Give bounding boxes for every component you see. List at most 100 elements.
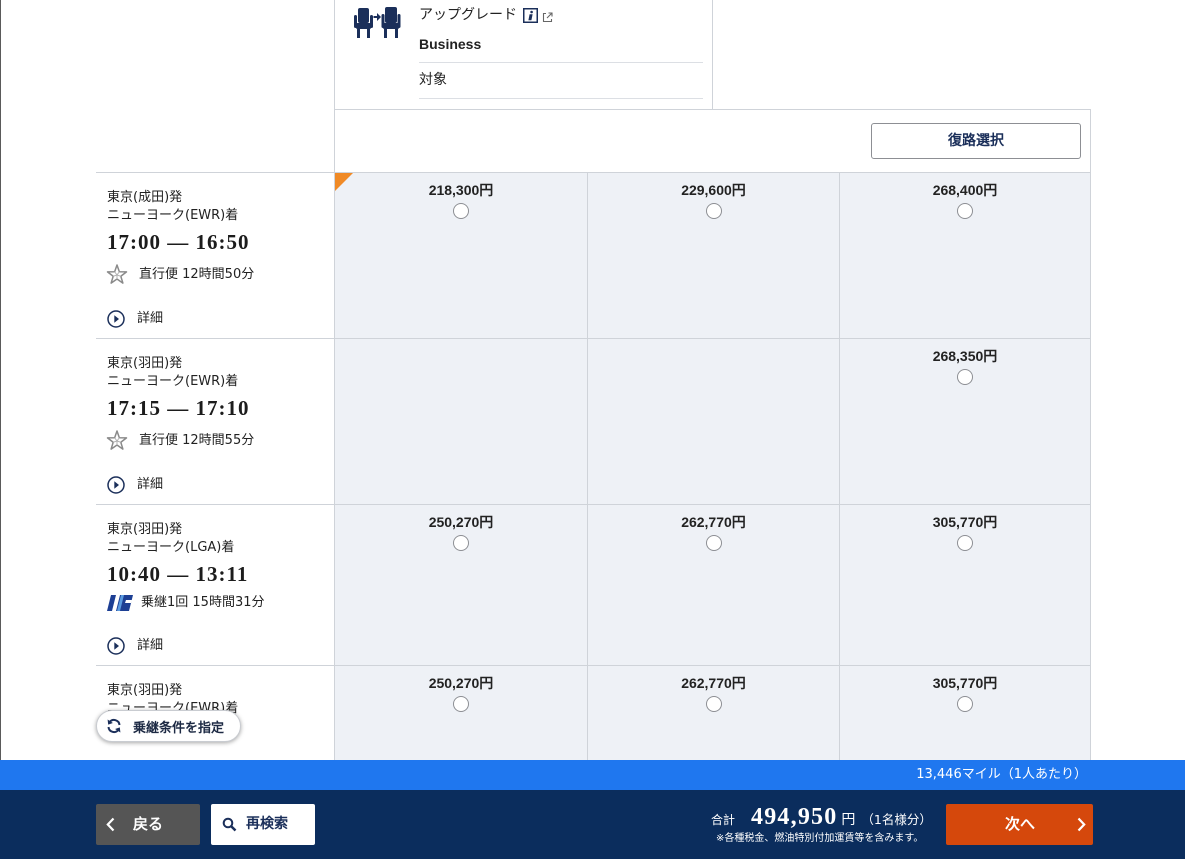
- research-button[interactable]: 再検索: [211, 804, 315, 845]
- fare-price: 268,400円: [932, 182, 998, 198]
- upgrade-title: アップグレード: [419, 7, 517, 23]
- fare-cell[interactable]: 305,770円: [839, 666, 1091, 765]
- flight-times: 10:40 — 13:11: [107, 562, 249, 586]
- fare-radio[interactable]: [705, 696, 722, 712]
- search-icon: [222, 817, 237, 832]
- upgrade-eligibility-status: 対象: [419, 72, 447, 88]
- fare-price: 229,600円: [681, 182, 746, 198]
- fare-radio[interactable]: [453, 203, 469, 219]
- fare-cell[interactable]: 262,770円: [587, 505, 839, 665]
- expand-details-icon: [107, 637, 125, 655]
- details-label: 詳細: [137, 477, 164, 492]
- connection-filter-button[interactable]: 乗継条件を指定: [96, 710, 241, 742]
- expand-details-icon: [107, 310, 125, 328]
- expand-details-icon: [107, 476, 125, 494]
- fare-radio[interactable]: [705, 203, 722, 219]
- chevron-left-icon: [106, 817, 115, 832]
- details-link[interactable]: 詳細: [107, 309, 163, 329]
- fare-cell[interactable]: 250,270円: [334, 666, 587, 765]
- fare-cell: [587, 339, 839, 504]
- back-label: 戻る: [133, 815, 164, 833]
- flight-row: 東京(羽田)発 ニューヨーク(EWR)着 250,270円 262,770円 3…: [96, 665, 1091, 765]
- upgrade-header-cell: アップグレード Business 対象: [334, 0, 713, 110]
- fare-price: 262,770円: [681, 675, 746, 691]
- flight-row: 東京(羽田)発 ニューヨーク(EWR)着 17:15 — 17:10 直行便 1…: [96, 338, 1091, 504]
- fare-cell[interactable]: 218,300円: [334, 173, 587, 338]
- flight-info-cell: 東京(羽田)発 ニューヨーク(EWR)着 17:15 — 17:10 直行便 1…: [96, 339, 334, 504]
- miles-earned: 13,446マイル（1人あたり）: [916, 767, 1087, 782]
- flight-times: 17:00 — 16:50: [107, 230, 250, 254]
- refresh-icon: [106, 718, 122, 734]
- route-summary: 直行便 12時間50分: [139, 267, 255, 282]
- fare-cell[interactable]: 250,270円: [334, 505, 587, 665]
- total-amount: 494,950: [751, 804, 838, 830]
- window-edge: [0, 0, 1, 760]
- arrival-airport: ニューヨーク(EWR)着: [107, 208, 239, 223]
- total-label: 合計: [711, 813, 736, 827]
- flight-times: 17:15 — 17:10: [107, 396, 250, 420]
- fare-price: 250,270円: [428, 514, 494, 530]
- flight-info-cell: 東京(羽田)発 ニューヨーク(LGA)着 10:40 — 13:11 乗継1回 …: [96, 505, 334, 665]
- flight-info-cell: 東京(成田)発 ニューヨーク(EWR)着 17:00 — 16:50 直行便 1…: [96, 173, 334, 338]
- fare-radio[interactable]: [453, 696, 469, 712]
- fare-cell[interactable]: 268,400円: [839, 173, 1091, 338]
- total-price: 合計 494,950 円 （1名様分）: [711, 803, 932, 831]
- route-summary: 直行便 12時間55分: [139, 433, 255, 448]
- route-summary-row: 直行便 12時間55分: [106, 430, 254, 452]
- fare-radio[interactable]: [957, 696, 973, 712]
- arrival-airport: ニューヨーク(LGA)着: [107, 540, 235, 555]
- fare-cell[interactable]: 305,770円: [839, 505, 1091, 665]
- departure-airport: 東京(羽田)発: [107, 683, 183, 698]
- return-flight-select-button[interactable]: 復路選択: [871, 123, 1081, 159]
- miles-bar: 13,446マイル（1人あたり）: [0, 760, 1185, 790]
- external-link-icon[interactable]: [542, 10, 553, 22]
- connection-filter-label: 乗継条件を指定: [133, 720, 225, 736]
- flight-selection-page: アップグレード Business 対象 復路選択 東京(成田)発 ニューヨーク(…: [0, 0, 1185, 859]
- fare-cell[interactable]: 229,600円: [587, 173, 839, 338]
- tax-note: ※各種税金、燃油特別付加運賃等を含みます。: [716, 833, 924, 844]
- next-label: 次へ: [1005, 815, 1036, 833]
- fare-price: 250,270円: [428, 675, 494, 691]
- fare-cell: [334, 339, 587, 504]
- star-alliance-icon: [106, 430, 128, 452]
- back-button[interactable]: 戻る: [96, 804, 200, 845]
- fare-radio[interactable]: [957, 203, 973, 219]
- footer-bar: 戻る 再検索 合計 494,950 円 （1名様分） ※各種税金、燃油特別付加運…: [0, 790, 1185, 859]
- departure-airport: 東京(羽田)発: [107, 356, 183, 371]
- departure-airport: 東京(成田)発: [107, 190, 183, 205]
- route-summary-row: 直行便 12時間50分: [106, 264, 254, 286]
- passenger-note: （1名様分）: [861, 812, 932, 827]
- fare-price: 268,350円: [932, 348, 998, 364]
- seat-upgrade-icon: [353, 7, 401, 39]
- fare-price: 218,300円: [428, 182, 494, 198]
- flight-row: 東京(羽田)発 ニューヨーク(LGA)着 10:40 — 13:11 乗継1回 …: [96, 504, 1091, 665]
- fare-radio[interactable]: [705, 535, 722, 551]
- fare-price: 262,770円: [681, 514, 746, 530]
- details-link[interactable]: 詳細: [107, 475, 163, 495]
- details-label: 詳細: [137, 311, 164, 326]
- fare-price: 305,770円: [932, 675, 998, 691]
- ana-airline-icon: [106, 594, 134, 612]
- route-summary-row: 乗継1回 15時間31分: [106, 592, 265, 614]
- fare-radio[interactable]: [453, 535, 469, 551]
- research-label: 再検索: [246, 816, 288, 832]
- fare-cell[interactable]: 268,350円: [839, 339, 1091, 504]
- flight-row: 東京(成田)発 ニューヨーク(EWR)着 17:00 — 16:50 直行便 1…: [96, 172, 1091, 338]
- divider: [419, 98, 703, 99]
- upgrade-title-row: アップグレード: [419, 6, 553, 24]
- fare-radio[interactable]: [957, 535, 973, 551]
- info-icon[interactable]: [523, 7, 538, 23]
- details-link[interactable]: 詳細: [107, 636, 163, 656]
- chevron-right-icon: [1077, 817, 1086, 832]
- star-alliance-icon: [106, 264, 128, 286]
- fare-price: 305,770円: [932, 514, 998, 530]
- upgrade-class-name: Business: [419, 36, 482, 52]
- details-label: 詳細: [137, 638, 164, 653]
- fare-radio[interactable]: [957, 369, 973, 385]
- currency-unit: 円: [841, 812, 856, 828]
- divider: [419, 62, 703, 63]
- route-summary: 乗継1回 15時間31分: [141, 595, 265, 610]
- next-button[interactable]: 次へ: [946, 804, 1093, 845]
- fare-cell[interactable]: 262,770円: [587, 666, 839, 765]
- departure-airport: 東京(羽田)発: [107, 522, 183, 537]
